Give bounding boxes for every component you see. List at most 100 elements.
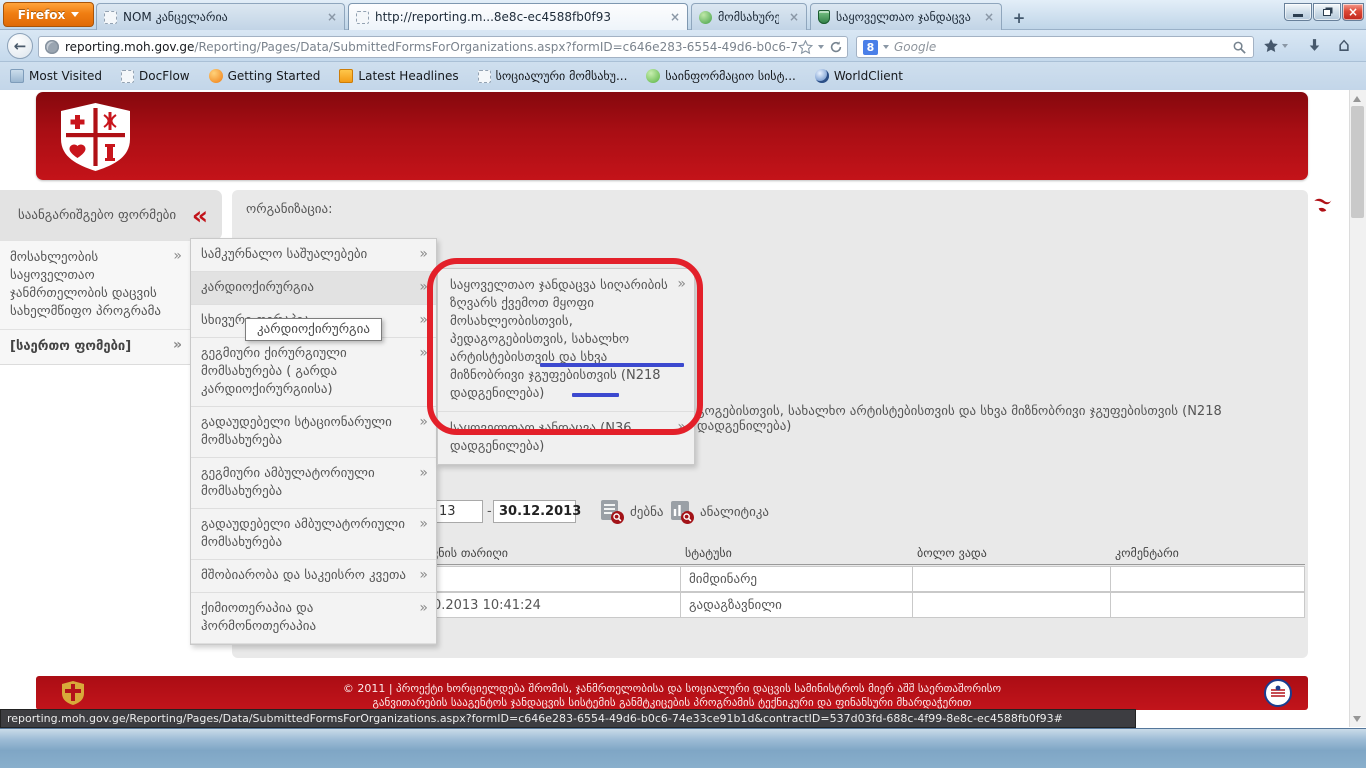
- date-from-input[interactable]: 13: [433, 500, 483, 523]
- sidebar-item-program[interactable]: მოსახლეობის საყოველთაო ჯანმრთელობის დაცვ…: [0, 240, 190, 329]
- bookmarks-bar: Most Visited DocFlow Getting Started Lat…: [0, 62, 1366, 90]
- tab-reporting[interactable]: http://reporting.m...8e8c-ec4588fb0f93 ×: [348, 3, 688, 30]
- cell-comment: [1111, 567, 1304, 591]
- restore-icon: [1323, 9, 1331, 16]
- minimize-icon: [1293, 14, 1303, 17]
- cell-comment: [1111, 593, 1304, 617]
- reload-icon[interactable]: [829, 40, 843, 54]
- bookmark-label: საინფორმაციო სისტ...: [665, 69, 795, 83]
- bookmark-info-system[interactable]: საინფორმაციო სისტ...: [646, 69, 795, 83]
- menu-item-emergency-outpatient[interactable]: გადაუდებელი ამბულატორიული მომსახურება: [191, 509, 436, 560]
- cell-status: გადაგზავნილი: [681, 593, 913, 617]
- date-to-input[interactable]: 30.12.2013: [493, 500, 576, 523]
- default-page-icon: [104, 11, 117, 24]
- tab-services[interactable]: მომსახურება ×: [691, 3, 807, 30]
- bookmark-label: DocFlow: [139, 69, 190, 83]
- bookmark-label: სოციალური მომსახუ...: [496, 69, 628, 83]
- analytics-button-label[interactable]: ანალიტიკა: [700, 505, 769, 520]
- site-favicon-icon: [699, 11, 712, 24]
- menu-item-planned-outpatient[interactable]: გეგმიური ამბულატორიული მომსახურება: [191, 458, 436, 509]
- bookmark-latest-headlines[interactable]: Latest Headlines: [339, 69, 458, 83]
- cell-status: მიმდინარე: [681, 567, 913, 591]
- analytics-chart-icon[interactable]: [668, 498, 695, 525]
- bookmark-star-icon[interactable]: [798, 40, 813, 55]
- back-button[interactable]: ←: [7, 33, 33, 59]
- new-tab-button[interactable]: +: [1006, 7, 1032, 28]
- search-icon[interactable]: [1232, 40, 1247, 55]
- tab-close-icon[interactable]: ×: [789, 10, 799, 24]
- window-close-button[interactable]: ×: [1342, 3, 1364, 21]
- search-bar[interactable]: 8 Google: [856, 36, 1254, 58]
- worldclient-globe-icon: [815, 69, 829, 83]
- hover-tooltip: კარდიოქირურგია: [245, 318, 382, 341]
- usaid-emblem-icon: [1264, 679, 1292, 707]
- collapse-sidebar-icon[interactable]: [192, 201, 222, 230]
- tab-close-icon[interactable]: ×: [984, 10, 994, 24]
- chevron-down-icon: [71, 12, 79, 17]
- sidebar-title: საანგარიშგებო ფორმები: [0, 208, 192, 223]
- table-header-comment: კომენტარი: [1115, 546, 1179, 560]
- close-icon: ×: [1348, 5, 1358, 19]
- search-placeholder: Google: [894, 40, 1227, 54]
- bookmark-social-service[interactable]: სოციალური მომსახუ...: [478, 69, 628, 83]
- collapse-header-icon[interactable]: «: [1305, 242, 1336, 259]
- language-globe-icon[interactable]: [1310, 191, 1336, 217]
- scroll-down-icon[interactable]: [1353, 716, 1361, 722]
- sidebar-header: საანგარიშგებო ფორმები: [0, 190, 222, 240]
- menu-item-cardiosurgery[interactable]: კარდიოქირურგია: [191, 272, 436, 305]
- site-identity-globe-icon[interactable]: [45, 40, 59, 54]
- tab-title: საყოველთაო ჯანდაცვა | საქართვე...: [836, 10, 974, 24]
- home-icon: ⌂: [1338, 34, 1350, 56]
- address-bar[interactable]: reporting.moh.gov.ge /Reporting/Pages/Da…: [38, 36, 848, 58]
- window-restore-button[interactable]: [1313, 3, 1341, 21]
- menu-item-childbirth[interactable]: მშობიარობა და საკეისრო კვეთა: [191, 560, 436, 593]
- sidebar-item-common-forms[interactable]: [საერთო ფომები]: [0, 329, 190, 364]
- green-site-icon: [646, 69, 660, 83]
- blue-underline-annotation: [540, 363, 684, 367]
- bookmark-most-visited[interactable]: Most Visited: [10, 69, 102, 83]
- firefox-icon: [209, 69, 223, 83]
- tab-close-icon[interactable]: ×: [327, 10, 337, 24]
- bookmark-label: WorldClient: [834, 69, 903, 83]
- default-page-icon: [478, 70, 491, 83]
- bookmarks-star-icon: [1263, 38, 1279, 54]
- cell-date: 15.10.2013 10:41:24: [396, 593, 681, 617]
- sidebar-menu: მოსახლეობის საყოველთაო ჯანმრთელობის დაცვ…: [0, 240, 190, 365]
- services-flyout-menu: სამკურნალო საშუალებები კარდიოქირურგია სხ…: [190, 238, 437, 645]
- home-button[interactable]: ⌂: [1338, 34, 1350, 56]
- browser-titlebar: Firefox NOM კანცელარია × http://reportin…: [0, 0, 1366, 30]
- cell-date: [396, 567, 681, 591]
- google-engine-icon[interactable]: 8: [863, 40, 878, 55]
- cell-deadline: [913, 567, 1111, 591]
- bookmarks-menu-button[interactable]: [1263, 38, 1288, 54]
- menu-item-planned-surgery[interactable]: გეგმიური ქირურგიული მომსახურება ( გარდა …: [191, 338, 436, 407]
- search-button-label[interactable]: ძებნა: [630, 505, 664, 520]
- engine-dropdown-icon[interactable]: [883, 45, 889, 49]
- menu-item-emergency-inpatient[interactable]: გადაუდებელი სტაციონარული მომსახურება: [191, 407, 436, 458]
- chevron-down-icon: [1282, 44, 1288, 48]
- tab-title: http://reporting.m...8e8c-ec4588fb0f93: [375, 10, 660, 24]
- urlbar-dropdown-icon[interactable]: [818, 45, 824, 49]
- screen: { "browser": { "menu_button": "Firefox",…: [0, 0, 1366, 768]
- tab-close-icon[interactable]: ×: [670, 10, 680, 24]
- menu-item-chemotherapy[interactable]: ქიმიოთერაპია და ჰორმონოთერაპია: [191, 593, 436, 644]
- scrollbar-thumb[interactable]: [1351, 106, 1364, 218]
- default-page-icon: [121, 70, 134, 83]
- url-path: /Reporting/Pages/Data/SubmittedFormsForO…: [194, 40, 798, 54]
- downloads-button[interactable]: [1306, 37, 1323, 54]
- windows-taskbar: [0, 728, 1366, 768]
- default-page-icon: [356, 11, 369, 24]
- tab-healthcare[interactable]: საყოველთაო ჯანდაცვა | საქართვე... ×: [810, 3, 1002, 30]
- bookmark-docflow[interactable]: DocFlow: [121, 69, 190, 83]
- scroll-up-icon[interactable]: [1353, 96, 1361, 102]
- bookmark-worldclient[interactable]: WorldClient: [815, 69, 903, 83]
- window-minimize-button[interactable]: [1284, 3, 1312, 21]
- site-footer: © 2011 | პროექტი ხორციელდება შრომის, ჯან…: [36, 676, 1308, 710]
- menu-item-medicines[interactable]: სამკურნალო საშუალებები: [191, 239, 436, 272]
- table-header-status: სტატუსი: [685, 546, 732, 560]
- bookmark-getting-started[interactable]: Getting Started: [209, 69, 321, 83]
- selected-form-title-text: გოგებისთვის, სახალხო არტისტებისთვის და ს…: [697, 404, 1297, 434]
- search-doc-icon[interactable]: [598, 498, 625, 525]
- firefox-menu-button[interactable]: Firefox: [3, 2, 94, 27]
- tab-nom[interactable]: NOM კანცელარია ×: [96, 3, 345, 30]
